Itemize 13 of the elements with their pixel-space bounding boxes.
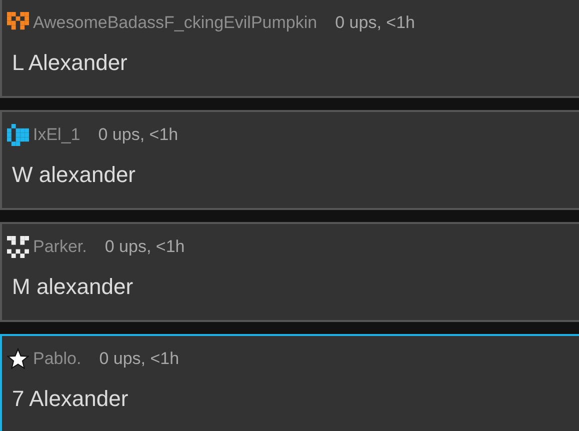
comment-text: W alexander: [11, 161, 137, 188]
username-link[interactable]: AwesomeBadassF_ckingEvilPumpkin: [33, 13, 318, 33]
username-link[interactable]: Parker.: [33, 237, 87, 257]
username-link[interactable]: IxEl_1: [33, 125, 80, 145]
username-link[interactable]: Pablo.: [33, 349, 82, 369]
comment-meta: 0 ups, <1h: [104, 237, 185, 257]
star-icon: [7, 348, 29, 370]
comment-text: 7 Alexander: [11, 385, 130, 412]
comment-meta: 0 ups, <1h: [335, 13, 415, 33]
comment-text: M alexander: [11, 273, 134, 300]
comment-meta: 0 ups, <1h: [98, 125, 178, 145]
comment-meta: 0 ups, <1h: [99, 349, 180, 369]
comment-text: L Alexander: [11, 49, 128, 76]
